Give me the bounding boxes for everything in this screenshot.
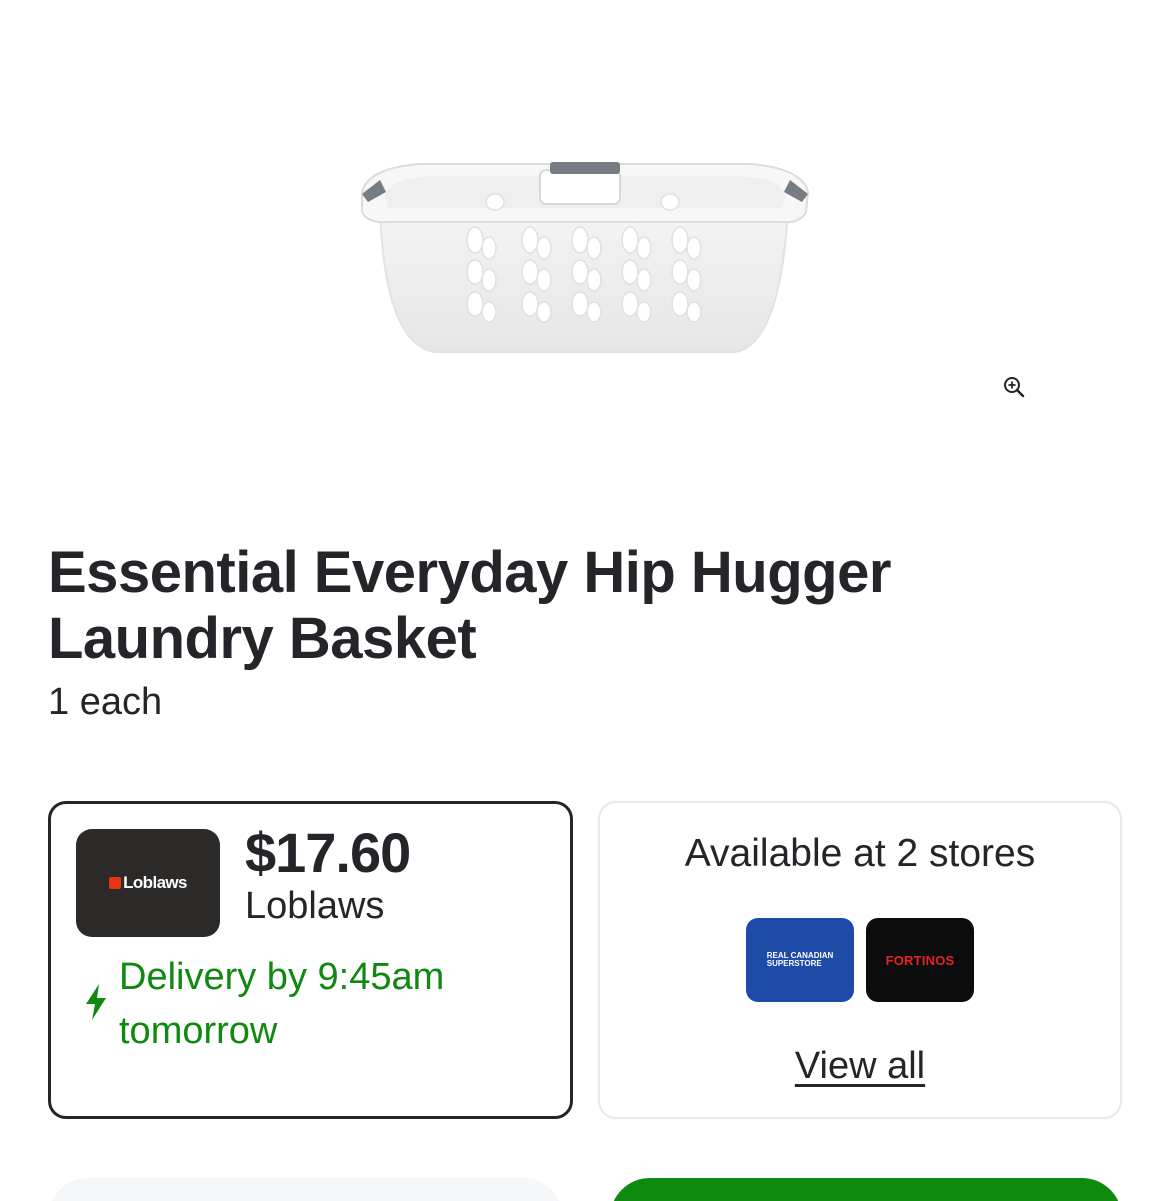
zoom-button[interactable] bbox=[998, 371, 1030, 403]
availability-card: Available at 2 stores REAL CANADIAN SUPE… bbox=[598, 801, 1122, 1119]
retailer-card[interactable]: Loblaws $17.60 Loblaws Delivery by 9:45a… bbox=[48, 801, 573, 1119]
fortinos-logo: FORTINOS bbox=[885, 952, 955, 968]
view-all-stores-link[interactable]: View all bbox=[600, 1043, 1120, 1089]
loblaws-logo: Loblaws bbox=[76, 829, 220, 937]
loblaws-logo-mark bbox=[109, 877, 122, 889]
store-chip-fortinos[interactable]: FORTINOS bbox=[866, 918, 974, 1002]
add-to-cart-button[interactable] bbox=[610, 1178, 1122, 1201]
retailer-name: Loblaws bbox=[245, 885, 385, 927]
quantity-button[interactable] bbox=[48, 1178, 563, 1201]
superstore-logo: REAL CANADIAN SUPERSTORE bbox=[766, 951, 834, 968]
delivery-estimate: Delivery by 9:45am tomorrow bbox=[119, 956, 445, 1052]
product-title: Essential Everyday Hip Hugger Laundry Ba… bbox=[48, 540, 891, 671]
zoom-in-icon bbox=[1004, 377, 1025, 398]
product-price: $17.60 bbox=[245, 821, 411, 884]
availability-title: Available at 2 stores bbox=[684, 832, 1036, 875]
lightning-icon bbox=[86, 984, 106, 1020]
product-page: Essential Everyday Hip Hugger Laundry Ba… bbox=[0, 0, 1170, 1201]
product-image[interactable] bbox=[340, 140, 830, 380]
laundry-basket-image bbox=[361, 162, 810, 353]
loblaws-logo-text: Loblaws bbox=[123, 873, 187, 892]
store-chip-real-canadian-superstore[interactable]: REAL CANADIAN SUPERSTORE bbox=[746, 918, 854, 1002]
product-size: 1 each bbox=[48, 681, 163, 723]
